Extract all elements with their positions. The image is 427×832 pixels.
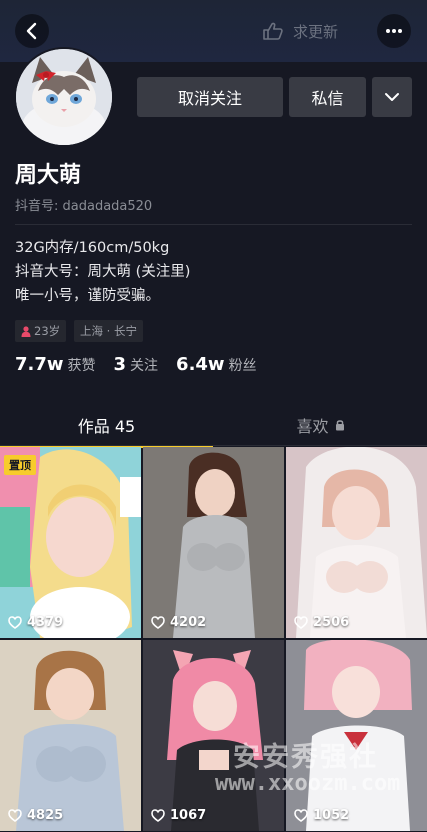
recommend-dropdown-button[interactable] — [372, 77, 412, 117]
watermark-url: www.xxoozm.com — [215, 771, 401, 796]
video-like-count: 1067 — [151, 808, 206, 823]
watermark: 安安秀强社 www.xxoozm.com — [215, 735, 427, 805]
avatar[interactable] — [14, 47, 114, 147]
video-item[interactable]: 4202 — [143, 447, 284, 638]
stat-value: 3 — [113, 354, 127, 375]
video-item[interactable]: 4825 — [0, 640, 141, 831]
like-count-value: 1052 — [313, 808, 350, 823]
location-tag: 上海 · 长宁 — [74, 320, 143, 342]
video-like-count: 2506 — [294, 615, 349, 630]
like-count-value: 4825 — [27, 808, 64, 823]
video-item[interactable]: 2506 — [286, 447, 427, 638]
profile-name: 周大萌 — [15, 163, 82, 188]
stat-value: 6.4w — [176, 354, 225, 375]
bio-line: 唯一小号，谨防受骗。 — [15, 288, 160, 304]
like-count-value: 4379 — [27, 615, 64, 630]
profile-bio: 32G内存/160cm/50kg 抖音大号：周大萌 (关注里) 唯一小号，谨防受… — [15, 236, 190, 308]
profile-stats: 7.7w 获赞 3 关注 6.4w 粉丝 — [15, 354, 275, 375]
more-dots-icon — [386, 29, 402, 33]
video-item[interactable]: 置顶 4379 — [0, 447, 141, 638]
request-update-label: 求更新 — [293, 22, 339, 41]
video-thumbnail — [0, 640, 141, 831]
video-thumbnail — [143, 447, 284, 638]
stat-followers[interactable]: 6.4w 粉丝 — [176, 354, 257, 375]
bio-line: 32G内存/160cm/50kg — [15, 240, 170, 256]
bio-line: 抖音大号：周大萌 (关注里) — [15, 264, 191, 280]
douyin-id[interactable]: 抖音号: dadadada520 — [15, 195, 152, 214]
stat-value: 7.7w — [15, 354, 64, 375]
more-button[interactable] — [377, 14, 411, 48]
like-count-value: 1067 — [170, 808, 207, 823]
profile-divider — [15, 224, 412, 225]
content-tabs: 作品 45 喜欢 — [0, 404, 427, 448]
back-arrow-icon — [26, 22, 37, 40]
age-label: 23岁 — [34, 324, 61, 338]
video-thumbnail — [286, 447, 427, 638]
video-like-count: 4379 — [8, 615, 63, 630]
heart-icon — [294, 616, 308, 629]
age-tag: 23岁 — [15, 320, 67, 342]
unfollow-button[interactable]: 取消关注 — [137, 77, 283, 117]
chevron-down-icon — [385, 93, 399, 101]
stat-following[interactable]: 3 关注 — [114, 354, 159, 375]
video-like-count: 1052 — [294, 808, 349, 823]
heart-icon — [294, 809, 308, 822]
back-button[interactable] — [15, 14, 49, 48]
lock-icon — [335, 420, 344, 431]
video-like-count: 4825 — [8, 808, 63, 823]
stat-label: 关注 — [130, 358, 159, 374]
stat-likes[interactable]: 7.7w 获赞 — [15, 354, 96, 375]
message-button[interactable]: 私信 — [289, 77, 366, 117]
video-thumbnail — [0, 447, 141, 638]
heart-icon — [151, 809, 165, 822]
heart-icon — [151, 616, 165, 629]
pinned-badge: 置顶 — [4, 455, 36, 475]
tab-likes[interactable]: 喜欢 — [214, 404, 427, 446]
request-update-button[interactable]: 求更新 — [262, 18, 338, 44]
heart-icon — [8, 616, 22, 629]
watermark-text: 安安秀强社 — [233, 742, 378, 773]
stat-label: 获赞 — [67, 358, 96, 374]
thumb-hand-icon — [263, 22, 283, 40]
female-icon — [21, 325, 31, 337]
stat-label: 粉丝 — [228, 358, 257, 374]
tab-likes-label: 喜欢 — [296, 417, 329, 436]
cat-avatar-image — [16, 49, 112, 145]
video-like-count: 4202 — [151, 615, 206, 630]
like-count-value: 2506 — [313, 615, 350, 630]
tab-works[interactable]: 作品 45 — [0, 404, 213, 446]
like-count-value: 4202 — [170, 615, 207, 630]
tab-divider — [0, 445, 427, 446]
heart-icon — [8, 809, 22, 822]
